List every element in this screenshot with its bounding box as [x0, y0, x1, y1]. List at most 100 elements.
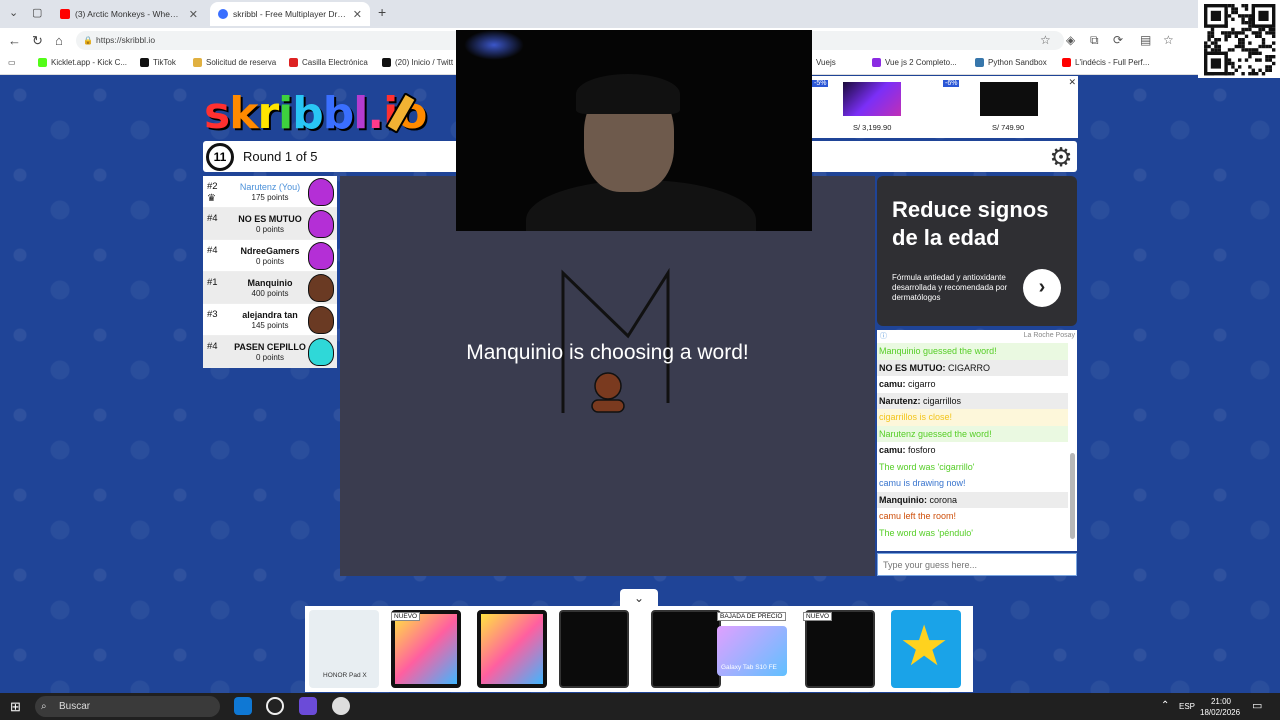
chat-message: Manquinio guessed the word!: [877, 343, 1068, 360]
notifications-icon[interactable]: ▭: [1252, 699, 1262, 712]
chat-log[interactable]: Manquinio guessed the word! NO ES MUTUO: …: [877, 343, 1077, 551]
app-icon[interactable]: [332, 697, 350, 715]
app-icon[interactable]: [299, 697, 317, 715]
player-rank: #2: [207, 181, 218, 192]
split-screen-icon[interactable]: ⧉: [1090, 33, 1099, 48]
logo-letter: r: [257, 88, 279, 139]
language-indicator[interactable]: ESP: [1179, 702, 1195, 711]
bookmark-vuejs-partial[interactable]: Vuejs: [816, 58, 836, 67]
side-ad[interactable]: Reduce signos de la edad Fórmula antieda…: [877, 176, 1077, 326]
ad-collapse-chevron-icon[interactable]: ⌄: [620, 589, 658, 607]
apps-icon[interactable]: ▭: [8, 58, 16, 67]
ad-headline: Reduce signos de la edad: [892, 197, 1049, 250]
chat-message: The word was 'cigarrillo': [877, 459, 1068, 476]
reload-icon[interactable]: ↻: [32, 33, 43, 49]
ad-ipad-pro-tile[interactable]: [651, 610, 721, 688]
guess-input[interactable]: [878, 554, 1076, 575]
ad-star-tile[interactable]: ★: [891, 610, 961, 688]
new-tab-button[interactable]: +: [378, 4, 386, 20]
favorites-icon[interactable]: ☆: [1163, 33, 1174, 47]
bookmark-tiktok[interactable]: TikTok: [140, 58, 176, 67]
ad-ipad-pro-tile[interactable]: [805, 610, 875, 688]
bookmark-star-icon[interactable]: ☆: [1040, 33, 1051, 47]
bookmark-vuejs[interactable]: Vue js 2 Completo...: [872, 58, 957, 67]
chat-text: CIGARRO: [945, 362, 991, 373]
player-avatar: [308, 178, 334, 206]
player-rank: #4: [207, 245, 218, 256]
lock-icon: 🔒: [83, 36, 93, 45]
ad-product-label: HONOR Pad X: [323, 672, 367, 679]
chat-message: Narutenz: cigarrillos: [877, 392, 1068, 409]
youtube-icon: [1062, 58, 1071, 67]
player-row[interactable]: #3 alejandra tan 145 points: [203, 304, 337, 336]
edge-icon[interactable]: [234, 697, 252, 715]
tray-chevron-icon[interactable]: ⌃: [1161, 700, 1169, 711]
back-icon[interactable]: ←: [8, 33, 21, 48]
bookmark-twitter[interactable]: (20) Inicio / Twitt: [382, 58, 453, 67]
ad-ipad-tile[interactable]: [391, 610, 461, 688]
player-name: Manquinio: [247, 278, 293, 288]
logo-letter: b: [322, 88, 354, 139]
sidebar-icon[interactable]: ▤: [1140, 33, 1151, 47]
ad-ipad-pro-tile[interactable]: [559, 610, 629, 688]
ad-close-icon[interactable]: ✕: [1068, 77, 1076, 88]
windows-start-icon[interactable]: ⊞: [10, 699, 21, 715]
taskbar-search[interactable]: ⌕ Buscar: [35, 696, 220, 717]
tab-title: skribbl - Free Multiplayer Drawing: [233, 9, 347, 19]
logo-letter: .: [367, 88, 384, 139]
bottom-product-ad[interactable]: HONOR Pad X NUEVO BAJADA DE PRECIO Galax…: [305, 606, 973, 692]
webcam-light: [464, 30, 524, 60]
ad-brand: La Roche Posay: [1023, 332, 1075, 339]
home-icon[interactable]: ⌂: [55, 33, 63, 48]
ad-badge: NUEVO: [391, 612, 421, 621]
chat-author: camu:: [879, 445, 906, 455]
player-row[interactable]: #1 Manquinio 400 points: [203, 272, 337, 304]
player-avatar: [308, 306, 334, 334]
player-name: NO ES MUTUO: [238, 214, 302, 224]
settings-gear-icon[interactable]: ⚙: [1047, 143, 1075, 171]
round-indicator: Round 1 of 5: [243, 149, 318, 164]
player-row[interactable]: #4 PASEN CEPILLO 0 points: [203, 336, 337, 368]
chat-message: The word was 'péndulo': [877, 525, 1068, 542]
chat-text: camu is drawing now!: [879, 478, 966, 488]
tab-close-icon[interactable]: ✕: [353, 8, 362, 21]
webcam-overlay: [456, 30, 812, 231]
refresh-page-icon[interactable]: ⟳: [1113, 33, 1123, 47]
bookmark-casilla[interactable]: Casilla Electrónica: [289, 58, 368, 67]
chat-text: Narutenz guessed the word!: [879, 428, 992, 439]
clock-date[interactable]: 18/02/2026: [1200, 708, 1240, 717]
player-row[interactable]: #4 NO ES MUTUO 0 points: [203, 208, 337, 240]
ad-info-icon[interactable]: ⓘ: [880, 331, 887, 341]
bookmark-icon: [872, 58, 881, 67]
player-list: #2 ♛ Narutenz (You) 175 points #4 NO ES …: [203, 176, 337, 368]
logo-letter: b: [292, 88, 323, 139]
top-product-ad[interactable]: -5% S/ 3,199.90 -6% S/ 749.90 ✕: [812, 76, 1078, 138]
tiktok-icon: [140, 58, 149, 67]
tab-skribbl[interactable]: skribbl - Free Multiplayer Drawing ✕: [210, 2, 370, 26]
player-row[interactable]: #2 ♛ Narutenz (You) 175 points: [203, 176, 337, 208]
workspaces-icon[interactable]: ▢: [32, 6, 42, 19]
crown-icon: ♛: [207, 193, 216, 204]
obs-icon[interactable]: [266, 697, 284, 715]
bookmark-python[interactable]: Python Sandbox: [975, 58, 1047, 67]
tab-search-icon[interactable]: ⌄: [9, 6, 18, 19]
chat-message: camu: fosforo: [877, 442, 1068, 459]
ad-ipad-tile[interactable]: [477, 610, 547, 688]
ad-arrow-button[interactable]: ›: [1023, 269, 1061, 307]
logo-letter: s: [204, 88, 230, 139]
kick-icon: [38, 58, 47, 67]
chat-text: camu left the room!: [879, 511, 957, 521]
player-row[interactable]: #4 NdreeGamers 0 points: [203, 240, 337, 272]
tab-youtube[interactable]: (3) Arctic Monkeys - When Th ✕: [52, 2, 206, 26]
chat-text: corona: [927, 494, 958, 505]
bookmark-lindecis[interactable]: L'indécis - Full Perf...: [1062, 58, 1149, 67]
bookmark-kicklet[interactable]: Kicklet.app - Kick C...: [38, 58, 127, 67]
tab-close-icon[interactable]: ✕: [189, 8, 198, 21]
timer-clock-icon: 11: [206, 143, 234, 171]
player-name: NdreeGamers: [240, 246, 300, 256]
chat-scrollbar[interactable]: [1070, 453, 1075, 539]
bookmark-solicitud[interactable]: Solicitud de reserva: [193, 58, 276, 67]
chat-author: Manquinio:: [879, 494, 927, 505]
clock-time[interactable]: 21:00: [1203, 697, 1239, 706]
extension-icon[interactable]: ◈: [1066, 33, 1075, 47]
